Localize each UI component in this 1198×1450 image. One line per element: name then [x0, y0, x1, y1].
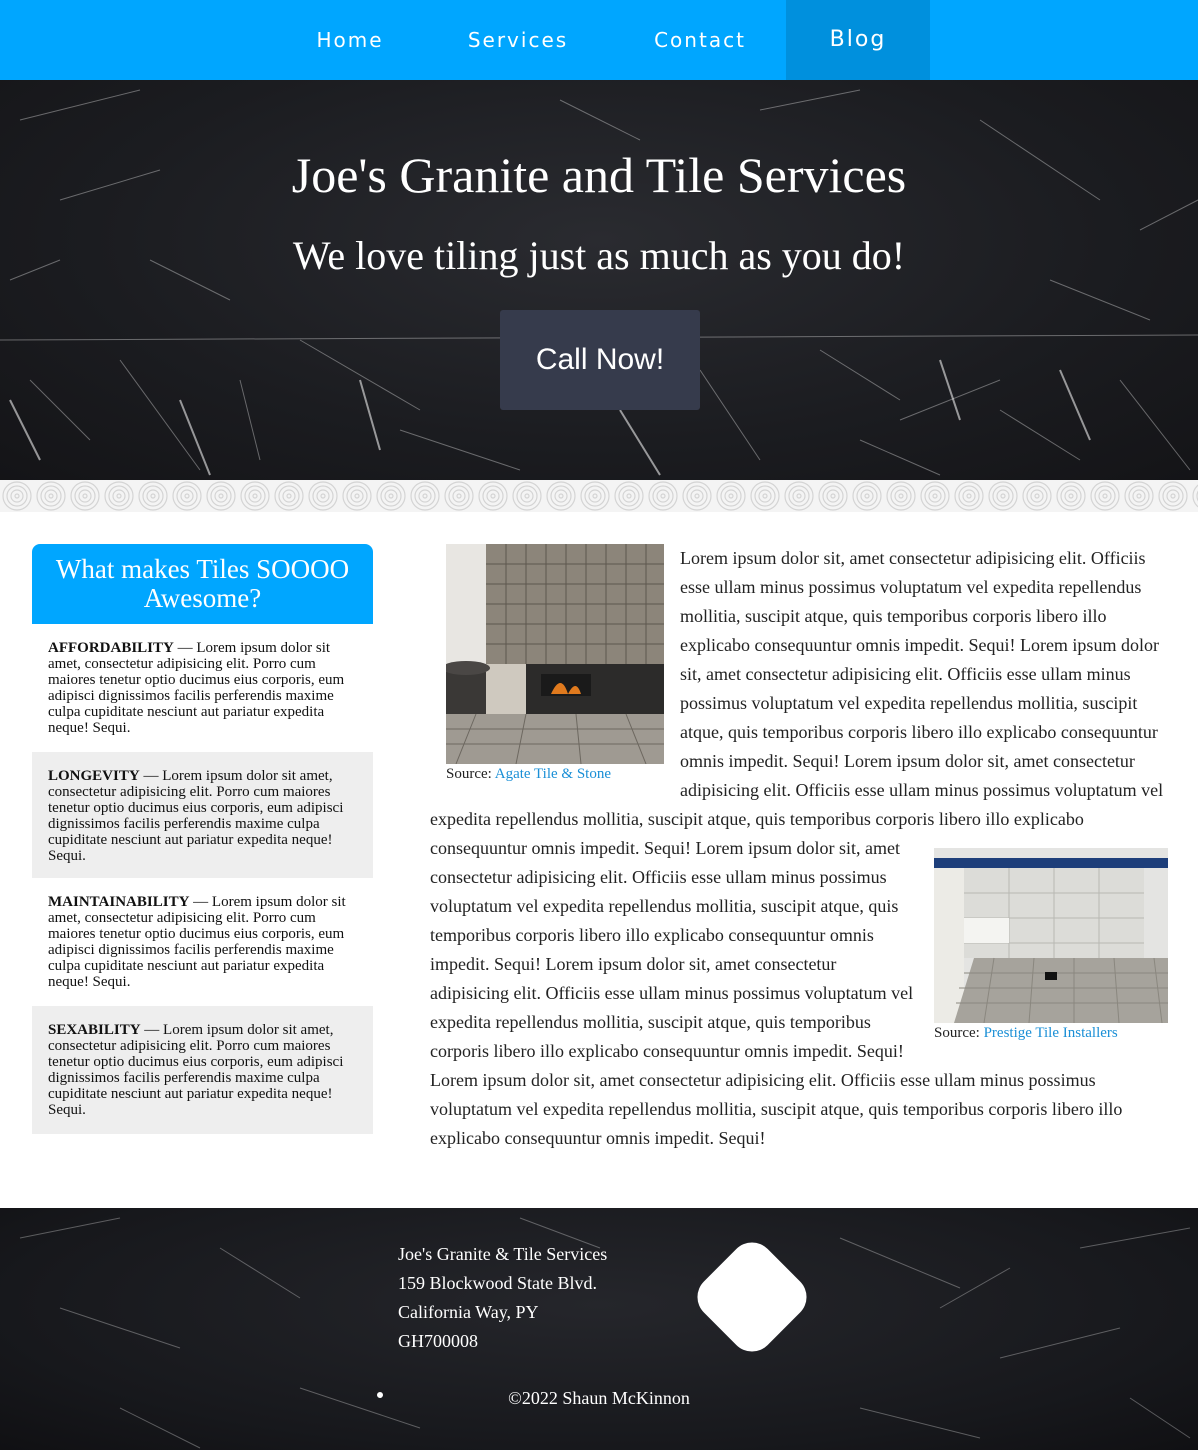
blog-article: Source: Agate Tile & Stone Lorem ipsum d…	[430, 544, 1168, 1153]
figure-caption: Source: Prestige Tile Installers	[934, 1023, 1168, 1043]
feature-card-affordability: AFFORDABILITY — Lorem ipsum dolor sit am…	[32, 624, 373, 752]
source-link-agate[interactable]: Agate Tile & Stone	[495, 766, 611, 782]
feature-card-sexability: SEXABILITY — Lorem ipsum dolor sit amet,…	[32, 1006, 373, 1134]
hero-banner: Joe's Granite and Tile Services We love …	[0, 80, 1198, 480]
figure-caption: Source: Agate Tile & Stone	[430, 764, 664, 784]
copyright-text: ©2022 Shaun McKinnon	[508, 1388, 690, 1408]
caption-prefix: Source:	[934, 1025, 984, 1041]
nav-services[interactable]: Services	[458, 0, 578, 80]
shower-tile-photo	[934, 848, 1168, 1023]
nav-contact[interactable]: Contact	[640, 0, 760, 80]
scratched-texture	[0, 89, 1198, 476]
call-now-button[interactable]: Call Now!	[500, 310, 700, 410]
nav-home[interactable]: Home	[300, 0, 400, 80]
site-footer: Joe's Granite & Tile Services 159 Blockw…	[0, 1208, 1198, 1450]
hero-title: Joe's Granite and Tile Services	[291, 147, 907, 203]
hero-subtitle: We love tiling just as much as you do!	[292, 233, 906, 278]
feature-term: AFFORDABILITY	[48, 640, 174, 656]
caption-prefix: Source:	[446, 766, 495, 782]
address-line: GH700008	[398, 1331, 478, 1351]
address-line: California Way, PY	[398, 1302, 539, 1322]
circle-pattern	[0, 480, 1198, 512]
footer-address: Joe's Granite & Tile Services 159 Blockw…	[398, 1240, 607, 1356]
figure-fireplace: Source: Agate Tile & Stone	[430, 544, 664, 784]
feature-term: MAINTAINABILITY	[48, 894, 190, 910]
feature-card-longevity: LONGEVITY — Lorem ipsum dolor sit amet, …	[32, 752, 373, 878]
address-line: Joe's Granite & Tile Services	[398, 1244, 608, 1264]
sidebar-heading: What makes Tiles SOOOO Awesome?	[32, 544, 373, 624]
article-paragraph: Lorem ipsum dolor sit, amet consectetur …	[430, 1070, 1123, 1148]
feature-term: SEXABILITY	[48, 1022, 141, 1038]
figure-shower: Source: Prestige Tile Installers	[934, 848, 1168, 1043]
decorative-pattern-strip	[0, 480, 1198, 512]
feature-term: LONGEVITY	[48, 768, 140, 784]
feature-card-maintainability: MAINTAINABILITY — Lorem ipsum dolor sit …	[32, 878, 373, 1006]
source-link-prestige[interactable]: Prestige Tile Installers	[984, 1025, 1118, 1041]
address-line: 159 Blockwood State Blvd.	[398, 1273, 597, 1293]
fireplace-tile-photo	[446, 544, 664, 764]
nav-blog[interactable]: Blog	[786, 0, 930, 80]
top-nav: Home Services Contact Blog	[0, 0, 1198, 80]
